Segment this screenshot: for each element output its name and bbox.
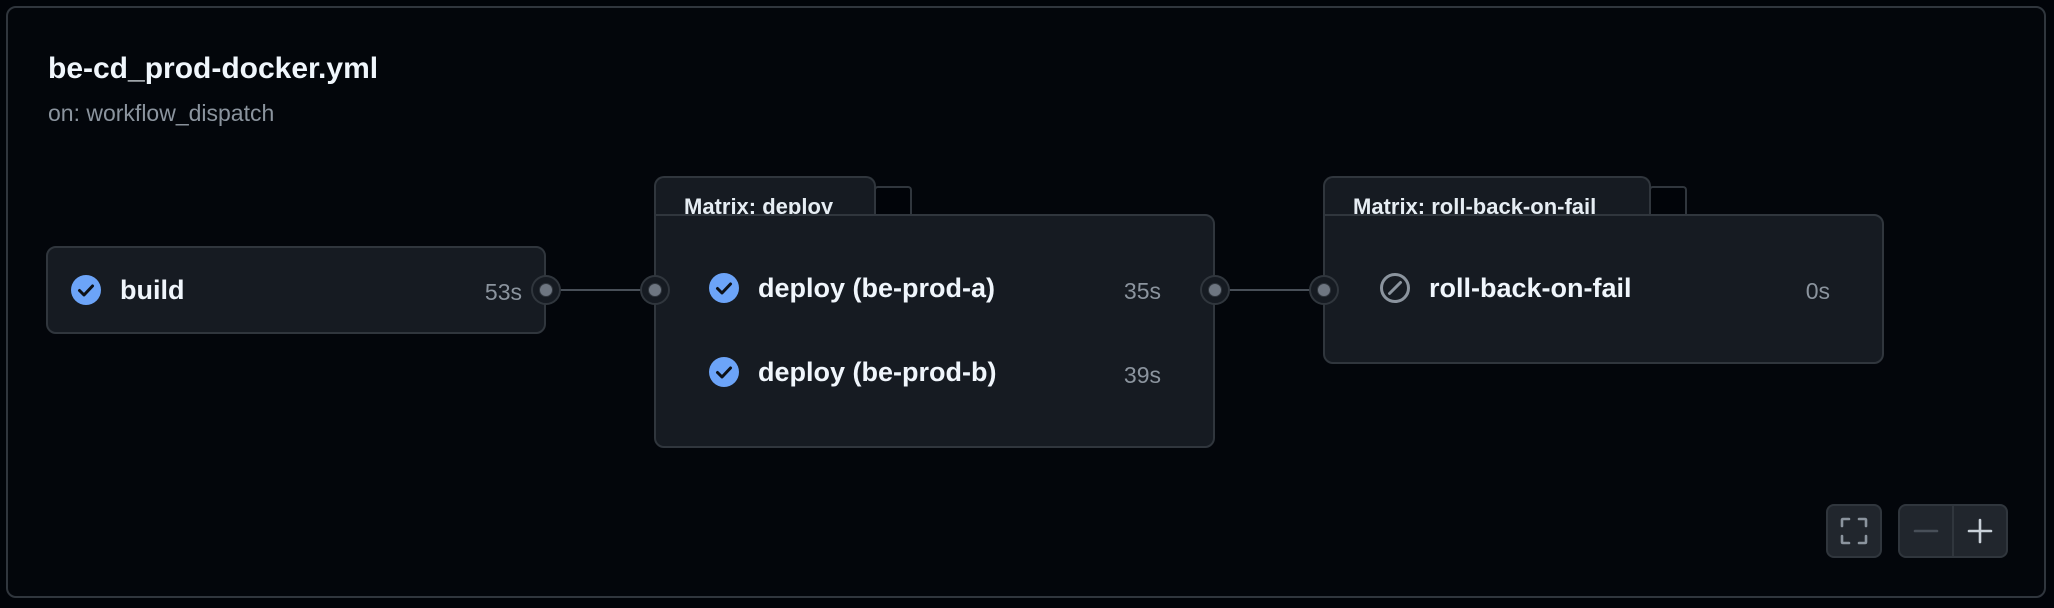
job-duration: 35s: [1123, 278, 1161, 304]
skip-icon: [1380, 273, 1410, 303]
job-input-node[interactable]: [1311, 277, 1337, 303]
workflow-title[interactable]: be-cd_prod-docker.yml: [48, 52, 378, 86]
job-duration: 53s: [484, 279, 522, 305]
fullscreen-icon: [1840, 517, 1868, 545]
job-card-build[interactable]: build 53s: [46, 246, 546, 334]
job-label: deploy (be-prod-a): [758, 272, 995, 303]
check-circle-icon: [709, 357, 739, 387]
job-label: deploy (be-prod-b): [758, 356, 997, 387]
job-input-node[interactable]: [642, 277, 668, 303]
job-row-deploy-a[interactable]: deploy (be-prod-a): [708, 272, 995, 304]
job-output-node[interactable]: [533, 277, 559, 303]
job-row-rollback[interactable]: roll-back-on-fail: [1379, 272, 1632, 304]
connector-deploy-rollback: [1215, 289, 1325, 291]
job-duration: 0s: [1805, 278, 1830, 304]
job-row-deploy-b[interactable]: deploy (be-prod-b): [708, 356, 996, 388]
job-output-node[interactable]: [1202, 277, 1228, 303]
minus-icon: [1913, 529, 1939, 533]
plus-icon: [1967, 518, 1993, 544]
matrix-tab-notch: [874, 186, 912, 214]
job-label: roll-back-on-fail: [1429, 272, 1632, 303]
workflow-trigger: on: workflow_dispatch: [48, 100, 275, 126]
job-duration: 39s: [1123, 362, 1161, 388]
matrix-card-rollback: roll-back-on-fail 0s: [1323, 214, 1884, 364]
job-label: build: [120, 274, 185, 305]
check-circle-icon: [71, 275, 101, 305]
matrix-tab-notch: [1649, 186, 1687, 214]
job-row-build[interactable]: build: [70, 274, 184, 306]
zoom-out-button[interactable]: [1898, 504, 1954, 558]
fullscreen-button[interactable]: [1826, 504, 1882, 558]
matrix-card-deploy: deploy (be-prod-a) 35s deploy (be-prod-b…: [654, 214, 1215, 448]
connector-build-deploy: [545, 289, 655, 291]
check-circle-icon: [709, 273, 739, 303]
zoom-in-button[interactable]: [1952, 504, 2008, 558]
